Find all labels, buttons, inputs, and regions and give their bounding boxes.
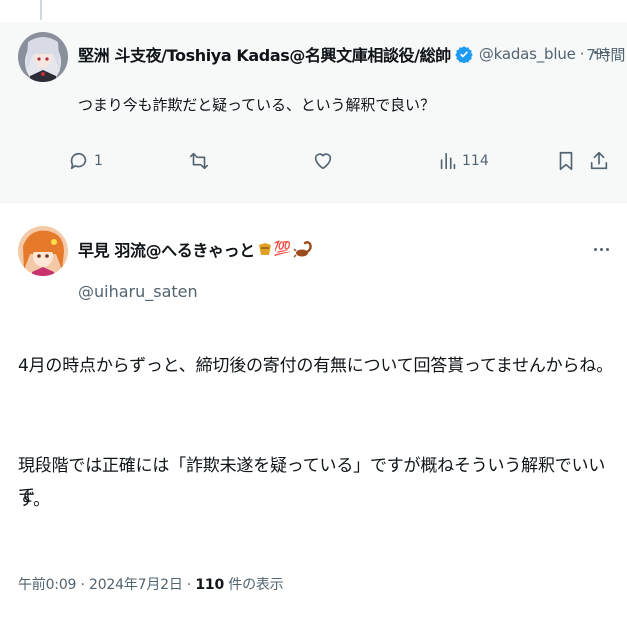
verified-badge-icon[interactable] (455, 45, 473, 63)
reply-tweet[interactable]: 堅洲 斗支夜/Toshiya Kadas@名興文庫相談役/総帥 @kadas_b… (0, 22, 627, 202)
view-count: 110 (195, 577, 225, 593)
main-author-avatar[interactable] (18, 226, 68, 276)
more-icon[interactable] (589, 239, 613, 259)
bookmark-icon (559, 151, 573, 171)
tweet-divider (0, 202, 627, 203)
retweet-button[interactable] (188, 150, 210, 172)
reply-action-bar: 1 114 (62, 150, 617, 178)
main-author-row: 早見 羽流@へるきゃっと 💯 (78, 237, 313, 261)
reply-author-avatar[interactable] (18, 32, 68, 82)
view-label: 件の表示 (224, 577, 284, 593)
share-icon (590, 151, 608, 170)
reply-button[interactable]: 1 (68, 150, 103, 172)
reply-author-handle[interactable]: @kadas_blue (479, 45, 576, 63)
hundred-points-icon: 💯 (273, 241, 292, 257)
reply-icon (70, 152, 87, 170)
main-author-handle[interactable]: @uiharu_saten (78, 282, 198, 301)
scorpion-emoji-icon (293, 240, 313, 258)
like-button[interactable] (312, 150, 334, 172)
reply-author-row: 堅洲 斗支夜/Toshiya Kadas@名興文庫相談役/総帥 @kadas_b… (78, 42, 625, 66)
tweet-paragraph-2-line-2: す。 (18, 490, 50, 510)
reply-count: 1 (94, 153, 103, 169)
views-count: 114 (462, 153, 489, 169)
views-button[interactable]: 114 (438, 150, 489, 172)
tweet-timestamp[interactable]: 午前0:09 · 2024年7月2日 · (18, 577, 195, 593)
main-author-name[interactable]: 早見 羽流@へるきゃっと (78, 237, 255, 261)
share-button[interactable] (588, 150, 610, 172)
reply-text: つまり今も詐欺だと疑っている、という解釈で良い？ (78, 96, 435, 114)
meta-separator: · (579, 45, 585, 63)
author-name-emoji-icon (257, 241, 273, 257)
like-icon (314, 153, 332, 170)
tweet-paragraph-1: 4月の時点からずっと、締切後の寄付の有無について回答貰ってませんからね。 (18, 356, 613, 376)
more-icon[interactable] (589, 42, 613, 62)
tweet-meta: 午前0:09 · 2024年7月2日 · 110 件の表示 (18, 574, 284, 594)
retweet-icon (189, 152, 209, 170)
bookmark-button[interactable] (556, 150, 576, 172)
reply-author-name[interactable]: 堅洲 斗支夜/Toshiya Kadas@名興文庫相談役/総帥 (78, 42, 451, 66)
views-icon (440, 152, 456, 170)
thread-connector-line (40, 0, 42, 20)
